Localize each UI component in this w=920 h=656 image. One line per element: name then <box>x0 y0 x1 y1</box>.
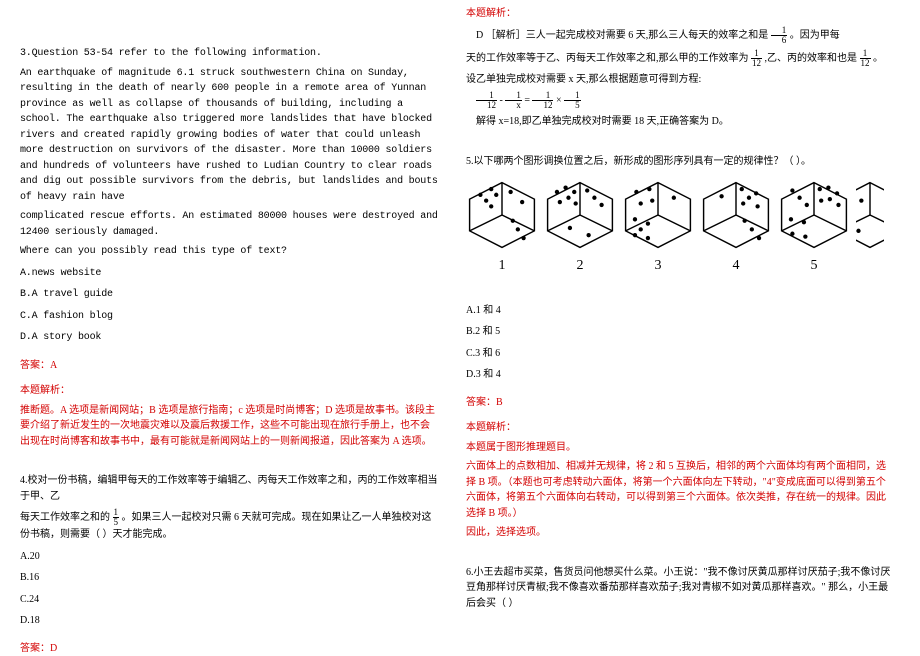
q4-stem-1: 4.校对一份书稿，编辑甲每天的工作效率等于编辑乙、丙每天工作效率之和，丙的工作效… <box>20 473 438 504</box>
dice-icon <box>466 179 538 251</box>
q5-option-b: B.2 和 5 <box>466 324 894 340</box>
q5-expl-3: 因此，选择选项。 <box>466 525 894 541</box>
frac-1-12: 112 <box>751 49 762 68</box>
q3-passage: An earthquake of magnitude 6.1 struck so… <box>20 66 438 206</box>
dice-label-3: 3 <box>655 255 662 277</box>
q3-lead: 3.Question 53-54 refer to the following … <box>20 46 438 62</box>
dice-label-5: 5 <box>811 255 818 277</box>
left-column: 3.Question 53-54 refer to the following … <box>0 0 450 651</box>
q4-option-d: D.18 <box>20 613 438 629</box>
t: D ［解析］三人一起完成校对需要 6 天,那么三人每天的效率之和是 <box>476 29 768 40</box>
dice-label-4: 4 <box>733 255 740 277</box>
q4-answer: 答案：D <box>20 641 438 656</box>
dice-1: 1 <box>466 179 538 277</box>
q4-expl-line4: 解得 x=18,即乙单独完成校对时需要 18 天,正确答案为 D。 <box>466 114 894 130</box>
dice-2: 2 <box>544 179 616 277</box>
dice-row: 1 2 <box>466 179 894 277</box>
q5-option-d: D.3 和 4 <box>466 367 894 383</box>
q5-expl-2: 六面体上的点数相加、相减并无规律，将 2 和 5 互换后，相邻的两个六面体均有两… <box>466 459 894 521</box>
q4-option-b: B.16 <box>20 570 438 586</box>
q3-option-a: A.news website <box>20 266 438 282</box>
frac-1-12d: 112 <box>532 91 553 110</box>
q5-answer: 答案：B <box>466 395 894 411</box>
t: × <box>556 95 564 106</box>
q4-expl-line1: D ［解析］三人一起完成校对需要 6 天,那么三人每天的效率之和是 16 。因为… <box>466 26 894 45</box>
dice-4: 4 <box>700 179 772 277</box>
dice-5: 5 <box>778 179 850 277</box>
q3-option-c: C.A fashion blog <box>20 309 438 325</box>
q4-option-c: C.24 <box>20 592 438 608</box>
frac-1-5: 15 <box>564 91 581 110</box>
q3-question: Where can you possibly read this type of… <box>20 244 438 260</box>
q5-stem: 5.以下哪两个图形调换位置之后，新形成的图形序列具有一定的规律性？（ ）。 <box>466 154 894 170</box>
q3-answer: 答案：A <box>20 358 438 374</box>
dice-icon <box>622 179 694 251</box>
dice-label-1: 1 <box>499 255 506 277</box>
q4-fraction: 1 5 <box>113 508 120 527</box>
q3-expl-label: 本题解析： <box>20 383 438 399</box>
dice-icon <box>544 179 616 251</box>
q5-expl-1: 本题属于图形推理题目。 <box>466 440 894 456</box>
t: ,乙、丙的效率和也是 <box>765 52 858 63</box>
q3-passage2: complicated rescue efforts. An estimated… <box>20 209 438 240</box>
q4-stem-2: 每天工作效率之和的 1 5 。如果三人一起校对只需 6 天就可完成。现在如果让乙… <box>20 508 438 543</box>
right-column: 本题解析： D ［解析］三人一起完成校对需要 6 天,那么三人每天的效率之和是 … <box>450 0 900 651</box>
q4-stem-2a: 每天工作效率之和的 <box>20 512 110 523</box>
t: 。 <box>873 52 883 63</box>
q4-expl-line2: 天的工作效率等于乙、丙每天工作效率之和,那么甲的工作效率为 112 ,乙、丙的效… <box>466 49 894 68</box>
q5-option-c: C.3 和 6 <box>466 346 894 362</box>
q4-expl-eq: 112 - 1x = 112 × 15 <box>466 91 894 110</box>
dice-label-2: 2 <box>577 255 584 277</box>
dice-6 <box>856 179 884 277</box>
q3-option-b: B.A travel guide <box>20 287 438 303</box>
frac-1-12b: 112 <box>860 49 871 68</box>
q3-expl: 推断题。A 选项是新闻网站；B 选项是旅行指南；c 选项是时尚博客；D 选项是故… <box>20 403 438 450</box>
frac-1-x: 1x <box>505 91 522 110</box>
dice-icon <box>778 179 850 251</box>
dice-icon <box>856 179 884 251</box>
q4-option-a: A.20 <box>20 549 438 565</box>
frac-1-6: 16 <box>771 26 788 45</box>
frac-den: 5 <box>113 518 120 527</box>
t: = <box>524 95 532 106</box>
q4-expl-label: 本题解析： <box>466 6 894 22</box>
q5-option-a: A.1 和 4 <box>466 303 894 319</box>
q3-option-d: D.A story book <box>20 330 438 346</box>
t: 。因为甲每 <box>790 29 840 40</box>
q5-expl-label: 本题解析： <box>466 420 894 436</box>
dice-3: 3 <box>622 179 694 277</box>
t: 天的工作效率等于乙、丙每天工作效率之和,那么甲的工作效率为 <box>466 52 749 63</box>
frac-1-12c: 112 <box>476 91 497 110</box>
dice-icon <box>700 179 772 251</box>
q6-stem: 6.小王去超市买菜，售货员问他想买什么菜。小王说："我不像讨厌黄瓜那样讨厌茄子;… <box>466 565 894 612</box>
q4-expl-line3: 设乙单独完成校对需要 x 天,那么根据题意可得到方程: <box>466 72 894 88</box>
